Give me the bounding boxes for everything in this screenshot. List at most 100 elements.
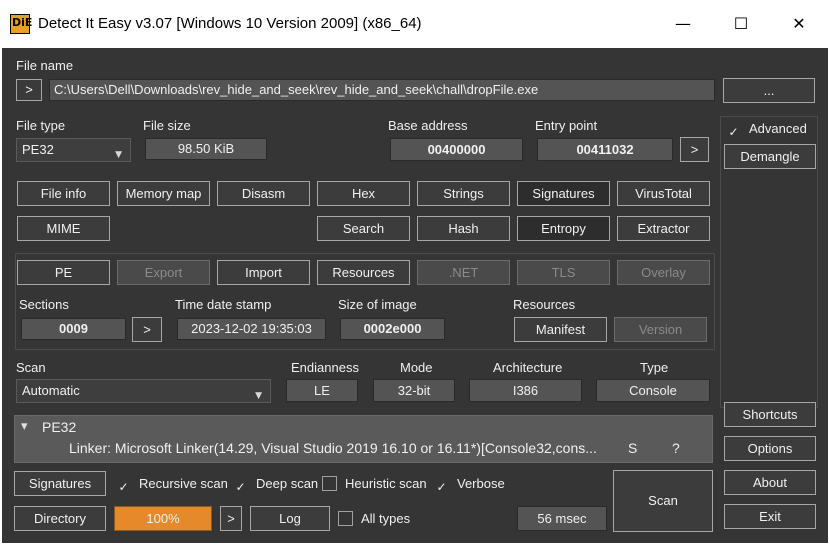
virustotal-button[interactable]: VirusTotal xyxy=(617,181,710,206)
file-type-value: PE32 xyxy=(22,142,54,157)
signatures-tool-button[interactable]: Signatures xyxy=(517,181,610,206)
endianness-label: Endianness xyxy=(291,360,359,375)
hash-button[interactable]: Hash xyxy=(417,216,510,241)
window-title: Detect It Easy v3.07 [Windows 10 Version… xyxy=(38,15,422,32)
entropy-button[interactable]: Entropy xyxy=(517,216,610,241)
shortcuts-button[interactable]: Shortcuts xyxy=(724,402,816,427)
sections-button[interactable]: > xyxy=(132,317,162,342)
mime-button[interactable]: MIME xyxy=(17,216,110,241)
resources-label: Resources xyxy=(513,297,576,312)
tls-button[interactable]: TLS xyxy=(517,260,610,285)
entry-point-label: Entry point xyxy=(535,118,598,133)
entry-point-button[interactable]: > xyxy=(680,137,709,162)
scan-label: Scan xyxy=(16,360,46,375)
close-button[interactable]: ✕ xyxy=(776,8,822,40)
maximize-button[interactable]: ☐ xyxy=(718,8,764,40)
file-type-select[interactable]: PE32 ▼ xyxy=(16,138,131,162)
extractor-button[interactable]: Extractor xyxy=(617,216,710,241)
sections-value: 0009 xyxy=(21,318,126,340)
all-types-label: All types xyxy=(361,511,411,526)
result-help-column[interactable]: ? xyxy=(672,440,680,456)
sections-label: Sections xyxy=(19,297,69,312)
verbose-checkbox[interactable]: ✓ Verbose xyxy=(434,476,505,495)
check-icon: ✓ xyxy=(728,125,739,139)
image-size-label: Size of image xyxy=(338,297,417,312)
bitness-value: 32-bit xyxy=(373,379,455,402)
disasm-button[interactable]: Disasm xyxy=(217,181,310,206)
result-s-column[interactable]: S xyxy=(628,440,637,456)
demangle-button[interactable]: Demangle xyxy=(724,144,816,169)
file-name-label: File name xyxy=(16,58,74,73)
image-size-value: 0002e000 xyxy=(340,318,445,340)
architecture-value: I386 xyxy=(469,379,582,402)
collapse-arrow-icon[interactable]: ▾ xyxy=(21,419,28,434)
log-button[interactable]: Log xyxy=(250,506,330,531)
version-button[interactable]: Version xyxy=(614,317,707,342)
file-expand-button[interactable]: > xyxy=(16,79,42,101)
progress-bar: 100% xyxy=(114,506,212,531)
verbose-label: Verbose xyxy=(457,476,505,491)
timestamp-value: 2023-12-02 19:35:03 xyxy=(177,318,326,340)
search-button[interactable]: Search xyxy=(317,216,410,241)
check-icon: ✓ xyxy=(118,480,129,494)
file-size-label: File size xyxy=(143,118,191,133)
recursive-scan-label: Recursive scan xyxy=(139,476,228,491)
memory-map-button[interactable]: Memory map xyxy=(117,181,210,206)
file-path-input[interactable]: C:\Users\Dell\Downloads\rev_hide_and_see… xyxy=(49,79,715,101)
file-type-label: File type xyxy=(16,118,66,133)
file-info-button[interactable]: File info xyxy=(17,181,110,206)
mode-label: Mode xyxy=(400,360,433,375)
result-panel: ▾ PE32 Linker: Microsoft Linker(14.29, V… xyxy=(14,415,713,463)
resources-button[interactable]: Resources xyxy=(317,260,410,285)
chevron-down-icon: ▼ xyxy=(115,150,122,160)
recursive-scan-checkbox[interactable]: ✓ Recursive scan xyxy=(116,476,228,495)
checkbox-empty-icon xyxy=(322,476,337,491)
progress-arrow-button[interactable]: > xyxy=(220,506,242,531)
deep-scan-checkbox[interactable]: ✓ Deep scan xyxy=(233,476,318,495)
scan-button[interactable]: Scan xyxy=(613,470,713,532)
main-window: File name > C:\Users\Dell\Downloads\rev_… xyxy=(2,48,828,543)
scan-mode-select[interactable]: Automatic ▼ xyxy=(16,379,271,403)
type-label: Type xyxy=(640,360,669,375)
hex-button[interactable]: Hex xyxy=(317,181,410,206)
pe-button[interactable]: PE xyxy=(17,260,110,285)
export-button[interactable]: Export xyxy=(117,260,210,285)
signatures-button[interactable]: Signatures xyxy=(14,471,106,496)
manifest-button[interactable]: Manifest xyxy=(514,317,607,342)
heuristic-scan-checkbox[interactable]: Heuristic scan xyxy=(322,476,427,491)
options-button[interactable]: Options xyxy=(724,436,816,461)
result-linker-line[interactable]: Linker: Microsoft Linker(14.29, Visual S… xyxy=(69,440,621,456)
browse-button[interactable]: ... xyxy=(723,78,815,103)
check-icon: ✓ xyxy=(235,480,246,494)
scan-time-value: 56 msec xyxy=(517,506,607,531)
base-address-value: 00400000 xyxy=(390,138,523,161)
app-logo-text: DiE xyxy=(12,16,33,29)
advanced-checkbox[interactable]: ✓ Advanced xyxy=(726,121,807,140)
type-value: Console xyxy=(596,379,710,402)
scan-mode-value: Automatic xyxy=(22,383,80,398)
exit-button[interactable]: Exit xyxy=(724,504,816,529)
about-button[interactable]: About xyxy=(724,470,816,495)
strings-button[interactable]: Strings xyxy=(417,181,510,206)
advanced-label: Advanced xyxy=(749,121,807,136)
directory-button[interactable]: Directory xyxy=(14,506,106,531)
app-logo-icon: DiE xyxy=(10,14,33,34)
endianness-value: LE xyxy=(286,379,358,402)
checkbox-empty-icon xyxy=(338,511,353,526)
all-types-checkbox[interactable]: All types xyxy=(338,511,410,526)
minimize-button[interactable]: — xyxy=(660,8,706,40)
result-header: PE32 xyxy=(42,419,77,435)
architecture-label: Architecture xyxy=(493,360,563,375)
overlay-button[interactable]: Overlay xyxy=(617,260,710,285)
check-icon: ✓ xyxy=(436,480,447,494)
deep-scan-label: Deep scan xyxy=(256,476,319,491)
file-size-value: 98.50 KiB xyxy=(145,138,267,160)
timestamp-label: Time date stamp xyxy=(175,297,272,312)
chevron-down-icon: ▼ xyxy=(255,391,262,401)
entry-point-value: 00411032 xyxy=(537,138,673,161)
title-bar: DiE Detect It Easy v3.07 [Windows 10 Ver… xyxy=(0,0,830,48)
dotnet-button[interactable]: .NET xyxy=(417,260,510,285)
base-address-label: Base address xyxy=(388,118,468,133)
import-button[interactable]: Import xyxy=(217,260,310,285)
heuristic-scan-label: Heuristic scan xyxy=(345,476,427,491)
